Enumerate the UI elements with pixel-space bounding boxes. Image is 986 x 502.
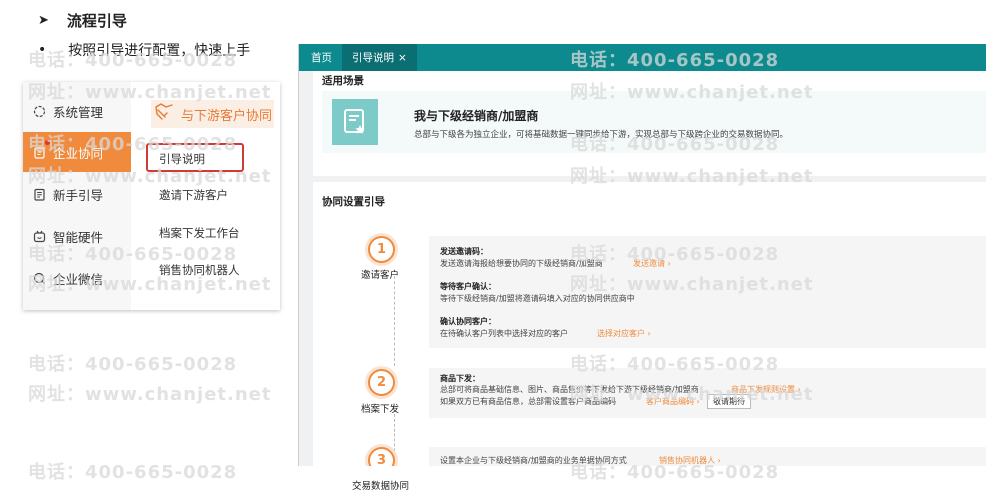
slide-title-line: ➤ 流程引导 <box>38 10 127 31</box>
handshake-icon <box>153 101 175 127</box>
submenu-item-invite[interactable]: 邀请下游客户 <box>159 187 228 203</box>
document-star-icon <box>332 99 378 145</box>
notification-dot <box>45 140 50 145</box>
tab-guide[interactable]: 引导说明 × <box>342 44 417 71</box>
sidebar-item-guide[interactable]: 新手引导 <box>23 174 131 214</box>
sidebar-item-label: 企业协同 <box>53 145 104 161</box>
settings-icon <box>33 105 46 118</box>
block-desc: 在待确认客户列表中选择对应的客户 <box>440 329 568 338</box>
block-desc: 发送邀请海报给想要协同的下级经销商/加盟商 <box>440 259 603 268</box>
submenu-item-guide[interactable]: 引导说明 <box>159 151 205 167</box>
collab-icon <box>33 146 46 159</box>
sidebar-item-label: 智能硬件 <box>53 229 104 245</box>
watermark-site: 网址：www.chanjet.net <box>28 384 272 405</box>
send-invite-link[interactable]: 发送邀请 › <box>633 258 671 269</box>
block-title: 商品下发： <box>440 374 480 383</box>
select-customer-link[interactable]: 选择对应客户 › <box>597 328 651 339</box>
step1-box: 发送邀请码： 发送邀请海报给想要协同的下级经销商/加盟商 发送邀请 › 等待客户… <box>429 236 986 348</box>
submenu-title: 与下游客户协同 <box>151 100 274 128</box>
sidebar-primary-nav: 系统管理 企业协同 新手引导 智能硬件 企业微信 <box>23 82 131 310</box>
sidebar-menu-card: 系统管理 企业协同 新手引导 智能硬件 企业微信 与下游客户协同 引导说明 邀请… <box>23 82 280 310</box>
sidebar-item-label: 系统管理 <box>53 104 104 120</box>
step-connector-line <box>394 414 395 456</box>
app-screenshot: 首页 引导说明 × 适用场景 我与下级经销商/加盟商 总部与下级各为独立企业，可… <box>298 44 986 466</box>
wechat-icon <box>33 272 46 285</box>
block-title: 等待客户确认： <box>440 282 496 291</box>
dot-bullet-icon: • <box>38 42 47 58</box>
watermark-phone: 电话：400-665-0028 <box>28 462 238 483</box>
guide-panel: 协同设置引导 1 邀请客户 发送邀请码： 发送邀请海报给想要协同的下级经销商/加… <box>313 182 986 466</box>
sidebar-item-label: 新手引导 <box>53 187 104 203</box>
step-label: 档案下发 <box>361 404 400 415</box>
block-title: 发送邀请码： <box>440 247 488 256</box>
block-desc: 等待下级经销商/加盟将邀请码填入对应的协同供应商中 <box>440 294 635 303</box>
guide-icon <box>33 188 46 201</box>
sales-robot-link[interactable]: 销售协同机器人 › <box>659 455 721 466</box>
customer-code-link[interactable]: 客户商品编码 › <box>646 396 700 407</box>
step-number-circle: 2 <box>368 369 395 396</box>
slide-title: 流程引导 <box>66 12 127 30</box>
block-desc: 如果双方已有商品信息，总部需设置客户商品编码 <box>440 397 616 406</box>
coming-soon-button[interactable]: 敬请期待 <box>707 394 751 409</box>
step2-box: 商品下发： 总部可将商品基础信息、图片、商品售价等下发给下游下级经销商/加盟商 … <box>429 368 986 418</box>
scene-name: 我与下级经销商/加盟商 <box>414 109 539 123</box>
tab-home[interactable]: 首页 <box>311 44 332 71</box>
block-desc: 总部可将商品基础信息、图片、商品售价等下发给下游下级经销商/加盟商 <box>440 385 699 394</box>
slide-subtitle: 按照引导进行配置，快速上手 <box>68 43 251 59</box>
close-icon[interactable]: × <box>398 52 407 64</box>
sidebar-item-label: 企业微信 <box>53 271 104 287</box>
step-label: 邀请客户 <box>361 270 400 281</box>
scene-section-title: 适用场景 <box>322 75 364 87</box>
scene-description: 总部与下级各为独立企业，可将基础数据一键同步给下游，实现总部与下级跨企业的交易数… <box>414 130 789 140</box>
guide-section-title: 协同设置引导 <box>322 196 385 208</box>
block-title: 确认协同客户： <box>440 317 496 326</box>
step3-box: 设置本企业与下级经销商/加盟商的业务单据协同方式 销售协同机器人 › <box>429 447 986 466</box>
arrow-bullet-icon: ➤ <box>38 13 49 28</box>
sidebar-item-wechat[interactable]: 企业微信 <box>23 258 131 298</box>
hardware-icon <box>33 230 46 243</box>
step-number-circle: 3 <box>368 447 395 466</box>
step-label: 交易数据协同 <box>352 481 410 492</box>
block-desc: 设置本企业与下级经销商/加盟商的业务单据协同方式 <box>440 456 627 465</box>
submenu-item-robot[interactable]: 销售协同机器人 <box>159 262 240 278</box>
step-connector-line <box>394 276 395 366</box>
tab-bar: 首页 引导说明 × <box>299 44 986 71</box>
sidebar-item-collab[interactable]: 企业协同 <box>23 132 131 172</box>
sidebar-item-hardware[interactable]: 智能硬件 <box>23 216 131 256</box>
step-number-circle: 1 <box>368 236 395 263</box>
collab-submenu: 与下游客户协同 引导说明 邀请下游客户 档案下发工作台 销售协同机器人 <box>131 82 280 310</box>
slide-subtitle-line: • 按照引导进行配置，快速上手 <box>38 40 250 60</box>
scene-card[interactable]: 我与下级经销商/加盟商 总部与下级各为独立企业，可将基础数据一键同步给下游，实现… <box>322 91 986 153</box>
sidebar-item-system[interactable]: 系统管理 <box>23 91 131 131</box>
submenu-item-archive[interactable]: 档案下发工作台 <box>159 225 240 241</box>
watermark-phone: 电话：400-665-0028 <box>28 354 238 375</box>
